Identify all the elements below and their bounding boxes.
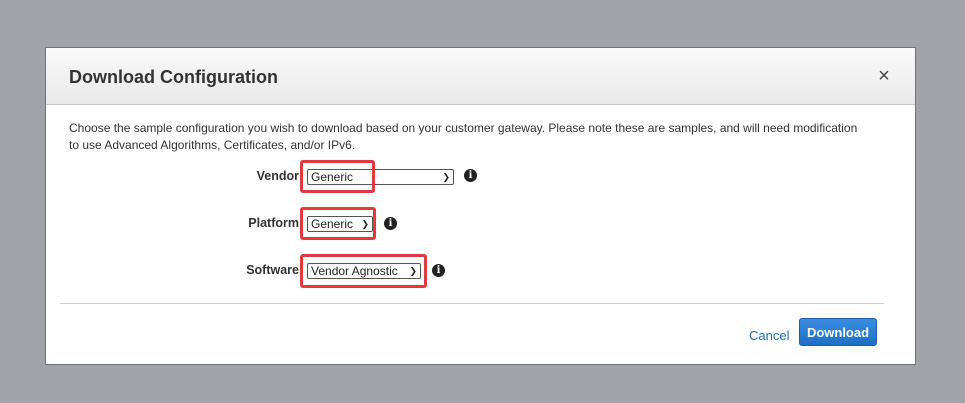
software-select-value: Vendor Agnostic <box>311 264 398 278</box>
software-select[interactable]: Vendor Agnostic ❯ <box>307 263 421 279</box>
info-icon[interactable]: i <box>384 217 397 230</box>
dialog-description: Choose the sample configuration you wish… <box>69 121 858 152</box>
info-icon[interactable]: i <box>464 169 477 182</box>
close-icon[interactable]: × <box>875 66 893 86</box>
dialog-header: Download Configuration × <box>46 48 915 105</box>
cancel-button[interactable]: Cancel <box>749 328 789 343</box>
vendor-label: Vendor <box>256 169 299 183</box>
chevron-down-icon: ❯ <box>442 172 450 182</box>
vendor-select-value: Generic <box>311 170 354 184</box>
download-button[interactable]: Download <box>799 318 877 346</box>
download-configuration-dialog: Download Configuration × Choose the samp… <box>45 47 916 365</box>
platform-select[interactable]: Generic ❯ <box>307 216 373 232</box>
footer-divider <box>60 303 884 304</box>
platform-select-value: Generic <box>311 217 354 231</box>
vendor-select[interactable]: Generic ❯ <box>307 169 454 185</box>
chevron-down-icon: ❯ <box>409 266 417 276</box>
software-label: Software <box>246 263 299 277</box>
dialog-title: Download Configuration <box>69 67 278 87</box>
platform-label: Platform <box>248 216 299 230</box>
chevron-down-icon: ❯ <box>361 219 369 229</box>
info-icon[interactable]: i <box>432 264 445 277</box>
